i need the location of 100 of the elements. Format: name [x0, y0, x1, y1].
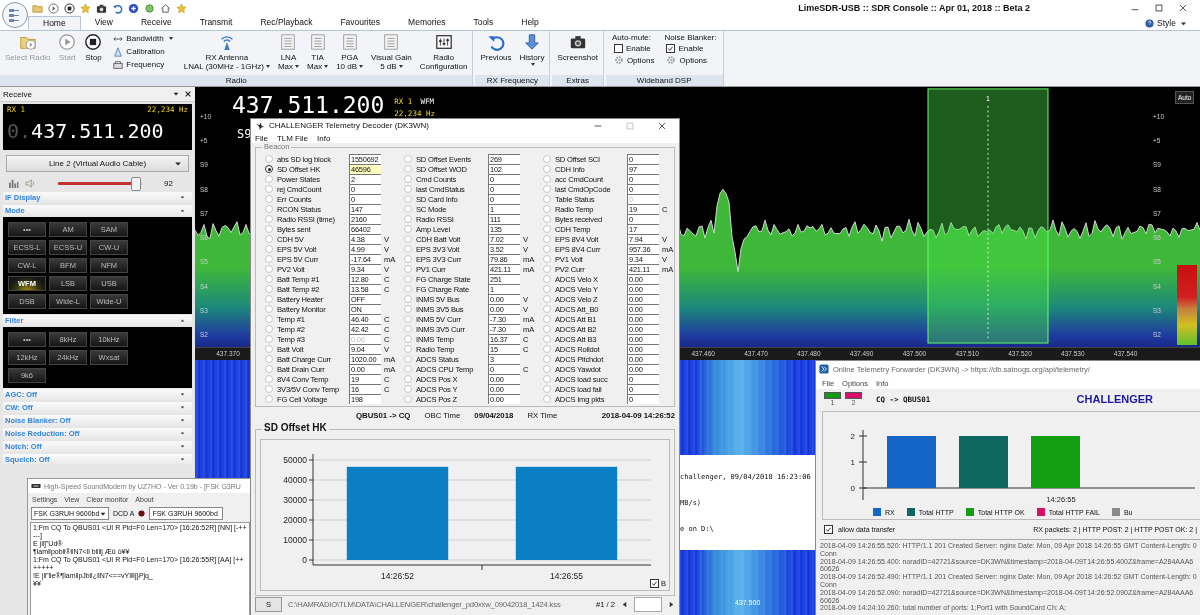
app-icon [819, 364, 829, 374]
list-icon [340, 33, 359, 51]
axis-label: 20000 [283, 514, 307, 525]
style-dropdown[interactable]: Style [1157, 18, 1176, 28]
ribbon-button[interactable]: Previous [477, 33, 515, 62]
list-icon [382, 33, 401, 51]
group-title: Radio [0, 75, 473, 86]
ribbon-tab[interactable]: Receive [126, 16, 186, 30]
radio-button[interactable] [265, 165, 273, 174]
ribbon-tab[interactable]: View [80, 16, 127, 30]
window-title: CHALLENGER Telemetry Decoder (DK3WN) [269, 121, 429, 131]
status-led-icon [138, 510, 146, 517]
star-icon[interactable] [176, 2, 187, 14]
caret-icon [359, 65, 364, 69]
close-icon[interactable] [184, 90, 192, 98]
undo-icon[interactable] [112, 2, 123, 14]
axis-label: 14:26:55 [549, 570, 584, 581]
checkmark-icon [825, 525, 832, 533]
ribbon-button[interactable]: Screenshot [554, 33, 601, 62]
frequency-readout: 437.511.200 [232, 92, 385, 118]
ribbon-tab[interactable]: Favourites [326, 16, 395, 30]
close-icon[interactable] [657, 120, 667, 131]
maximize-icon [625, 120, 635, 131]
satellite-name: CHALLENGER [1076, 393, 1153, 405]
gear-icon [666, 55, 677, 65]
ribbon-button[interactable]: Visual Gain 5 dB [368, 33, 415, 71]
app-menu-icon[interactable] [1, 1, 29, 29]
speaker-icon[interactable] [25, 178, 36, 188]
axis-label: 30000 [283, 494, 307, 505]
play-icon[interactable] [48, 2, 59, 14]
ribbon-tab[interactable]: Memories [394, 16, 460, 30]
options-button[interactable]: Options [664, 55, 717, 65]
axis-label: 2 [850, 432, 855, 441]
y-axis [858, 429, 868, 501]
level-meter-icon[interactable] [8, 178, 19, 188]
caret-icon [530, 63, 535, 66]
menu-item[interactable]: TLM File [276, 133, 308, 143]
down-icon [522, 33, 541, 51]
camera-icon[interactable] [96, 2, 107, 14]
stop-icon [84, 33, 103, 51]
ribbon-tab[interactable]: Help [507, 16, 553, 30]
ribbon-button[interactable]: Bandwidth [113, 33, 173, 44]
panel-title: Receive [3, 89, 32, 99]
dropdown-icon[interactable] [172, 90, 180, 98]
bar [1031, 436, 1080, 488]
folder-icon[interactable] [32, 2, 43, 14]
plus-icon[interactable] [128, 2, 139, 14]
ribbon-button[interactable]: Calibration [113, 46, 173, 57]
caret-icon [295, 65, 299, 69]
audio-device-dropdown[interactable]: Line 2 (Virtual Audio Cable) [6, 155, 189, 172]
selection-band[interactable] [927, 88, 1049, 344]
frequency-icon [113, 59, 124, 70]
axis-label: 0 [850, 484, 855, 493]
enable-checkbox[interactable]: Enable [611, 44, 655, 53]
axis-label: 14:26:52 [380, 570, 415, 581]
axis-label: 0 [302, 554, 307, 565]
ribbon-button[interactable]: PGA 10 dB [333, 33, 367, 71]
gear-icon [613, 55, 624, 65]
dot-icon[interactable] [144, 2, 155, 14]
axis-label: 40000 [283, 474, 307, 485]
close-icon[interactable] [1178, 3, 1188, 13]
ribbon-button[interactable]: History [516, 33, 548, 66]
list-icon [308, 33, 327, 51]
caret-icon [168, 37, 173, 40]
ribbon-button[interactable]: Stop [81, 33, 106, 62]
checkmark-icon [667, 45, 675, 52]
ribbon-tab[interactable]: Rec/Playback [246, 16, 327, 30]
stop-icon[interactable] [64, 2, 75, 14]
slider-thumb[interactable] [131, 176, 142, 191]
help-icon[interactable] [1145, 18, 1155, 28]
axis-label: 50000 [283, 454, 307, 465]
home-icon[interactable] [160, 2, 171, 14]
group-label: Noise Blanker: [664, 33, 717, 42]
satellite-icon [255, 120, 265, 131]
ribbon-tab[interactable]: Tools [459, 16, 508, 30]
ribbon-button[interactable]: Radio Configuration [416, 33, 471, 71]
ribbon-button[interactable]: Frequency [113, 59, 173, 70]
menu-item[interactable]: Info [317, 133, 331, 143]
maximize-icon[interactable] [1154, 3, 1164, 13]
frequency-readout[interactable]: 437.511.200 [31, 119, 164, 143]
window-title: LimeSDR-USB :: SDR Console :: Apr 01, 2018 :: Beta 2 [798, 3, 1030, 13]
ribbon-button[interactable]: TIA Max [304, 33, 332, 71]
ribbon-tab[interactable]: Transmit [185, 16, 247, 30]
caret-icon [174, 159, 182, 168]
enable-checkbox[interactable]: Enable [664, 44, 717, 53]
axis-label: 1 [850, 458, 855, 467]
ribbon-button[interactable]: RX Antenna LNAL (30MHz - 1GHz) [180, 33, 273, 71]
right-arrow-icon[interactable] [668, 600, 675, 610]
checkmark-icon [651, 579, 658, 587]
ribbon-tab[interactable]: Home [28, 16, 81, 30]
star-icon[interactable] [80, 2, 91, 14]
menu-item[interactable]: File [255, 133, 268, 143]
group-title: Wideband DSP [605, 75, 723, 86]
page-input[interactable] [634, 597, 662, 613]
ribbon-button[interactable]: LNA Max [274, 33, 302, 71]
undo-icon [486, 33, 505, 51]
options-button[interactable]: Options [611, 55, 655, 65]
play-icon [58, 33, 77, 51]
left-arrow-icon[interactable] [621, 600, 628, 610]
bar [887, 436, 936, 488]
